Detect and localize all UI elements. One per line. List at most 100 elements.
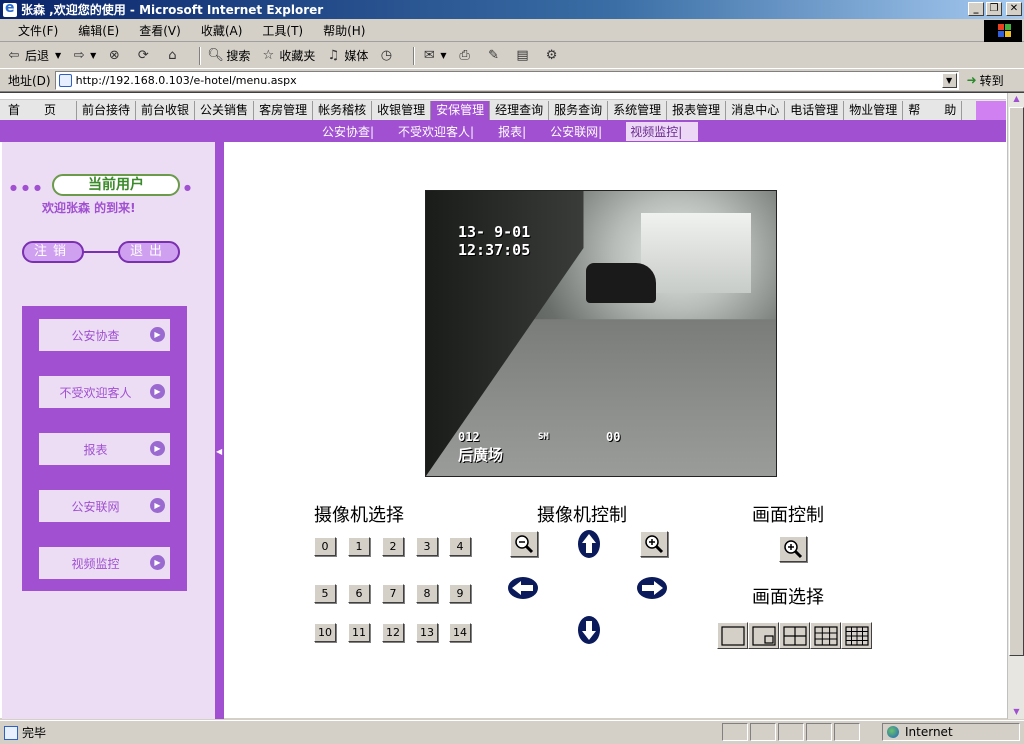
discuss-button[interactable]: ▤ [515,48,534,64]
nav-pr-sales[interactable]: 公关销售 [195,100,255,120]
camera-down-button[interactable] [574,615,604,645]
minimize-button[interactable]: _ [968,2,984,16]
refresh-button[interactable]: ⟳ [135,48,154,64]
decor-dots: ● [184,183,196,192]
nav-front-cashier[interactable]: 前台收银 [136,100,196,120]
layout-pip-button[interactable] [748,622,779,649]
sidebar: ●●● 当前用户 ● 欢迎张森 的到来! 注销 退出 公安协查 ▶ 不受欢迎客人… [2,142,215,719]
edit-button[interactable]: ✎ [486,48,505,64]
camera-button-14[interactable]: 14 [449,623,471,642]
back-button[interactable]: ⇦ 后退 ▼ [6,47,62,64]
sidebar-item-video-monitor[interactable]: 视频监控 ▶ [39,547,170,579]
nav-front-desk[interactable]: 前台接待 [77,100,137,120]
nav-phone-management[interactable]: 电话管理 [785,100,845,120]
layout-4-button[interactable] [779,622,810,649]
camera-button-4[interactable]: 4 [449,537,471,556]
mail-icon: ✉ [423,47,435,63]
scroll-up-icon[interactable]: ▲ [1009,93,1024,106]
menu-help[interactable]: 帮助(H) [313,22,375,39]
restore-button[interactable]: ❐ [986,2,1002,16]
subnav-police-check[interactable]: 公安协查| [322,123,374,140]
picture-zoom-button[interactable] [779,536,807,562]
close-button[interactable]: ✕ [1006,2,1022,16]
menu-favorites[interactable]: 收藏(A) [191,22,253,39]
exit-button[interactable]: 退出 [118,241,180,263]
camera-zoom-out-button[interactable] [510,531,538,557]
menu-view[interactable]: 查看(V) [129,22,191,39]
sidebar-collapse-bar[interactable]: ◀ [215,142,224,719]
messenger-button[interactable]: ⚙ [544,48,563,64]
layout-pip-icon [751,625,776,646]
vertical-scrollbar[interactable]: ▲ ▼ [1007,93,1024,719]
subnav-unwelcome-guests[interactable]: 不受欢迎客人| [398,123,474,140]
search-button[interactable]: 🔍︎ 搜索 [207,47,250,64]
camera-button-12[interactable]: 12 [382,623,404,642]
camera-button-2[interactable]: 2 [382,537,404,556]
menu-file[interactable]: 文件(F) [8,22,68,39]
camera-button-9[interactable]: 9 [449,584,471,603]
subnav-reports[interactable]: 报表| [498,123,526,140]
camera-zoom-in-button[interactable] [640,531,668,557]
layout-selector [717,622,872,649]
camera-button-11[interactable]: 11 [348,623,370,642]
nav-cashier-management[interactable]: 收银管理 [372,100,432,120]
camera-left-button[interactable] [508,573,538,603]
sidebar-item-label: 报表 [83,442,108,457]
sidebar-item-police-network[interactable]: 公安联网 ▶ [39,490,170,522]
camera-button-13[interactable]: 13 [416,623,438,642]
sidebar-item-reports[interactable]: 报表 ▶ [39,433,170,465]
camera-button-8[interactable]: 8 [416,584,438,603]
menu-edit[interactable]: 编辑(E) [68,22,129,39]
camera-button-0[interactable]: 0 [314,537,336,556]
address-input[interactable]: http://192.168.0.103/e-hotel/menu.aspx ▼ [54,70,959,90]
subnav-police-network[interactable]: 公安联网| [550,123,602,140]
nav-report-management[interactable]: 报表管理 [667,100,727,120]
page-icon [58,73,72,87]
favorites-button[interactable]: ☆ 收藏夹 [260,47,316,64]
logout-button[interactable]: 注销 [22,241,84,263]
scroll-thumb[interactable] [1009,107,1024,656]
mail-dropdown-icon[interactable]: ▼ [440,51,446,60]
camera-button-1[interactable]: 1 [348,537,370,556]
zoom-out-icon [515,535,534,554]
forward-dropdown-icon[interactable]: ▼ [90,51,96,60]
subnav-video-monitor[interactable]: 视频监控| [626,121,699,141]
nav-system-management[interactable]: 系统管理 [608,100,668,120]
camera-control-title: 摄像机控制 [537,505,627,526]
camera-button-3[interactable]: 3 [416,537,438,556]
nav-manager-query[interactable]: 经理查询 [490,100,550,120]
address-dropdown-icon[interactable]: ▼ [941,72,957,88]
back-dropdown-icon[interactable]: ▼ [55,51,61,60]
mail-button[interactable]: ✉ ▼ [421,47,447,64]
camera-button-5[interactable]: 5 [314,584,336,603]
camera-button-6[interactable]: 6 [348,584,370,603]
sidebar-item-unwelcome-guests[interactable]: 不受欢迎客人 ▶ [39,376,170,408]
nav-message-center[interactable]: 消息中心 [726,100,786,120]
sub-navigation: 公安协查| 不受欢迎客人| 报表| 公安联网| 视频监控| [0,120,1006,142]
nav-home[interactable]: 首 页 [0,100,78,120]
scroll-down-icon[interactable]: ▼ [1009,706,1024,719]
nav-help[interactable]: 帮 助 [903,100,963,120]
camera-button-10[interactable]: 10 [314,623,336,642]
layout-9-button[interactable] [810,622,841,649]
layout-1-button[interactable] [717,622,748,649]
media-button[interactable]: ♫ 媒体 [325,47,369,64]
stop-button[interactable]: ⊗ [106,48,125,64]
forward-button[interactable]: ⇨ ▼ [71,48,97,64]
nav-property-management[interactable]: 物业管理 [844,100,904,120]
camera-right-button[interactable] [637,573,667,603]
history-button[interactable]: ◷ [378,48,397,64]
menu-tools[interactable]: 工具(T) [252,22,313,39]
nav-service-query[interactable]: 服务查询 [549,100,609,120]
nav-room-management[interactable]: 客房管理 [254,100,314,120]
layout-16-button[interactable] [841,622,872,649]
camera-up-button[interactable] [574,529,604,559]
nav-security-management[interactable]: 安保管理 [431,100,491,120]
back-arrow-icon: ⇦ [8,47,20,63]
print-button[interactable]: ⎙ [457,48,476,64]
camera-button-7[interactable]: 7 [382,584,404,603]
sidebar-item-police-check[interactable]: 公安协查 ▶ [39,319,170,351]
nav-account-audit[interactable]: 帐务稽核 [313,100,373,120]
go-button[interactable]: ➜ 转到 [967,72,1004,89]
home-button[interactable]: ⌂ [164,48,183,64]
